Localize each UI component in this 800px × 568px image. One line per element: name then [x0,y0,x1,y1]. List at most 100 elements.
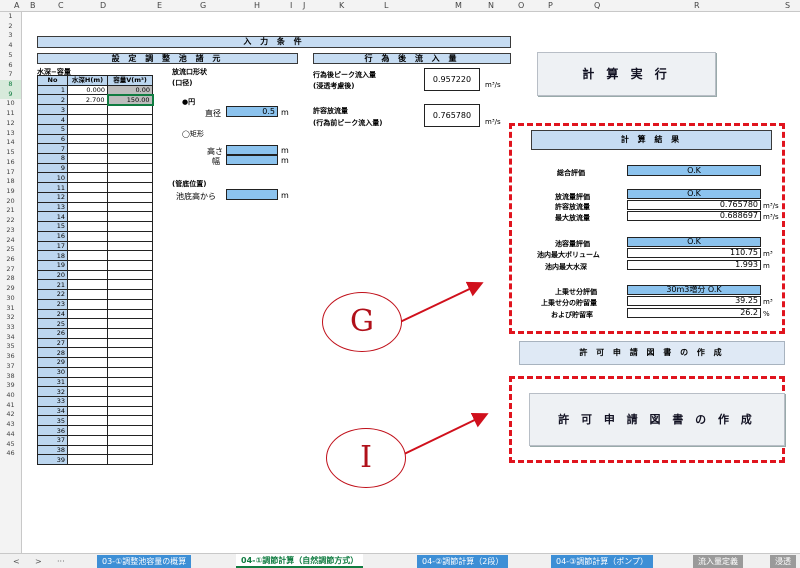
volume-cell[interactable] [107,221,153,232]
depth-cell[interactable] [67,114,108,125]
depth-cell[interactable] [67,454,108,466]
tab-next-icon[interactable]: > [30,555,47,568]
table-row[interactable]: 33 [37,396,153,407]
col-l[interactable]: L [384,1,388,10]
row-header[interactable]: 44 [0,430,21,440]
depth-cell[interactable] [67,191,108,203]
row-header[interactable]: 11 [0,109,21,119]
row-header[interactable]: 22 [0,216,21,226]
table-row[interactable]: 35 [37,415,153,427]
row-header[interactable]: 13 [0,129,21,139]
sheet-tab-04-2[interactable]: 04-②調節計算（2段） [417,555,509,568]
volume-cell[interactable] [107,289,153,300]
table-row[interactable]: 5 [37,123,153,135]
col-o[interactable]: O [518,1,524,10]
row-header[interactable]: 12 [0,119,21,129]
table-row[interactable]: 7 [37,143,153,155]
table-row[interactable]: 23 [37,298,153,310]
volume-cell[interactable] [107,211,153,223]
depth-cell[interactable] [67,318,108,329]
table-row[interactable]: 24 [37,308,153,320]
volume-cell[interactable] [107,279,153,291]
volume-cell[interactable] [107,259,153,271]
table-row[interactable]: 14 [37,211,153,223]
sheet-tab-inflow-definition[interactable]: 流入量定義 [693,555,743,568]
table-row[interactable]: 8 [37,153,153,164]
volume-cell[interactable] [107,337,153,349]
col-q[interactable]: Q [594,1,600,10]
volume-cell[interactable] [107,308,153,320]
depth-cell[interactable] [67,162,108,174]
volume-cell[interactable] [107,366,153,378]
depth-cell[interactable] [67,444,108,456]
row-header[interactable]: 46 [0,449,21,459]
table-row[interactable]: 6 [37,133,153,145]
depth-cell[interactable] [67,211,108,223]
depth-cell[interactable] [67,327,108,339]
depth-cell[interactable] [67,376,108,388]
depth-cell[interactable] [67,269,108,281]
row-header[interactable]: 25 [0,245,21,255]
depth-cell[interactable] [67,396,108,407]
table-row[interactable]: 26 [37,327,153,339]
sheet-tab-04-1-active[interactable]: 04-①調節計算（自然調節方式） [236,554,364,568]
volume-cell[interactable] [107,250,153,261]
row-header[interactable]: 26 [0,255,21,265]
volume-cell[interactable] [107,172,153,184]
depth-cell[interactable] [67,386,108,397]
table-row[interactable]: 21 [37,279,153,291]
volume-cell[interactable] [107,357,153,368]
depth-cell[interactable] [67,337,108,349]
col-a[interactable]: A [14,1,19,10]
row-header[interactable]: 21 [0,206,21,216]
depth-cell[interactable] [67,133,108,145]
volume-cell[interactable] [107,298,153,310]
depth-cell[interactable] [67,172,108,184]
table-row[interactable]: 37 [37,434,153,446]
volume-cell[interactable] [107,230,153,242]
sheet-tab-03[interactable]: 03-①調整池容量の概算 [97,555,192,568]
row-header[interactable]: 4 [0,41,21,51]
col-e[interactable]: E [157,1,162,10]
depth-cell[interactable] [67,298,108,310]
col-g[interactable]: G [200,1,206,10]
row-header[interactable]: 5 [0,51,21,61]
volume-cell[interactable] [107,376,153,388]
col-p[interactable]: P [548,1,553,10]
depth-cell[interactable] [67,357,108,368]
row-header[interactable]: 18 [0,177,21,187]
volume-cell[interactable] [107,191,153,203]
table-row[interactable]: 2 2.700 150.00 [37,93,154,106]
col-i[interactable]: I [290,1,292,10]
table-row[interactable]: 25 [37,318,153,329]
volume-cell[interactable] [107,114,153,125]
depth-cell[interactable] [67,230,108,242]
depth-cell[interactable] [67,434,108,446]
sheet-tab-04-3[interactable]: 04-③調節計算（ポンプ） [551,555,653,568]
table-row[interactable]: 29 [37,357,153,368]
run-calculation-button[interactable]: 計 算 実 行 [537,52,716,96]
row-header[interactable]: 7 [0,70,21,80]
table-row[interactable]: 9 [37,162,153,174]
row-header[interactable]: 2 [0,22,21,32]
table-row[interactable]: 39 [37,454,153,466]
volume-cell[interactable] [107,104,153,116]
row-header[interactable]: 32 [0,313,21,323]
volume-cell[interactable] [107,240,153,252]
depth-cell[interactable] [67,104,108,116]
depth-cell[interactable] [67,366,108,378]
volume-cell[interactable] [107,347,153,359]
volume-cell[interactable] [107,415,153,427]
col-h[interactable]: H [254,1,260,10]
row-header[interactable]: 45 [0,440,21,450]
col-j[interactable]: J [303,1,305,10]
row-header[interactable]: 15 [0,148,21,158]
volume-cell[interactable] [107,396,153,407]
table-row[interactable]: 19 [37,259,153,271]
volume-cell[interactable] [107,444,153,456]
row-header[interactable]: 40 [0,391,21,401]
col-k[interactable]: K [339,1,344,10]
depth-cell[interactable] [67,221,108,232]
depth-cell[interactable] [67,308,108,320]
volume-cell[interactable] [107,405,153,417]
